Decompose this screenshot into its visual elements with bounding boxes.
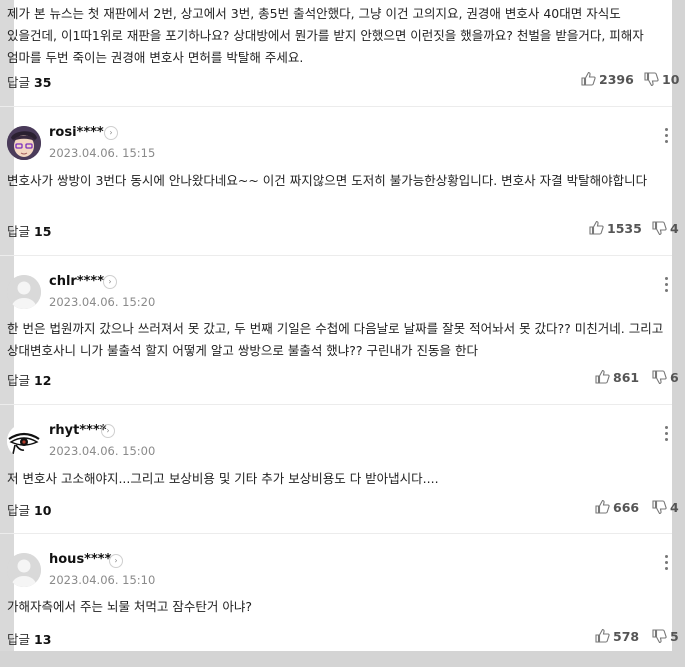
like-button[interactable]: 666 bbox=[594, 499, 639, 515]
reply-label: 답글 bbox=[7, 503, 31, 518]
reply-label: 답글 bbox=[7, 632, 31, 647]
dislike-count: 4 bbox=[670, 220, 679, 236]
reply-count: 13 bbox=[34, 632, 52, 647]
reply-button[interactable]: 답글 10 bbox=[7, 500, 51, 519]
comment-item: 제가 본 뉴스는 첫 재판에서 2번, 상고에서 3번, 총5번 출석안했다, … bbox=[0, 0, 679, 106]
like-button[interactable]: 861 bbox=[594, 369, 639, 385]
like-button[interactable]: 1535 bbox=[588, 220, 642, 236]
reply-button[interactable]: 답글 35 bbox=[7, 72, 51, 91]
dislike-button[interactable]: 10 bbox=[643, 71, 679, 87]
comment-date: 2023.04.06. 15:20 bbox=[49, 295, 156, 309]
thumbs-up-icon bbox=[594, 369, 610, 385]
reply-count: 35 bbox=[34, 75, 52, 90]
comment-text: 제가 본 뉴스는 첫 재판에서 2번, 상고에서 3번, 총5번 출석안했다, … bbox=[7, 6, 644, 65]
comment-text: 가해자측에서 주는 뇌물 처먹고 잠수탄거 아냐? bbox=[7, 599, 253, 614]
avatar[interactable] bbox=[7, 424, 41, 458]
thumbs-up-icon bbox=[594, 628, 610, 644]
like-count: 1535 bbox=[607, 220, 642, 236]
dislike-button[interactable]: 6 bbox=[651, 369, 679, 385]
chevron-right-icon[interactable]: › bbox=[104, 126, 118, 140]
bottom-gray-band bbox=[0, 651, 685, 667]
comment-username[interactable]: rosi**** bbox=[49, 125, 104, 140]
like-count: 2396 bbox=[599, 71, 634, 87]
chevron-right-icon[interactable]: › bbox=[103, 275, 117, 289]
dislike-count: 5 bbox=[670, 628, 679, 644]
comment-item: rhyt**** › 2023.04.06. 15:00 저 변호사 고소해야지… bbox=[0, 405, 679, 533]
reply-count: 10 bbox=[34, 503, 52, 518]
more-vertical-icon[interactable] bbox=[665, 277, 669, 295]
thumbs-down-icon bbox=[651, 628, 667, 644]
dislike-count: 4 bbox=[670, 499, 679, 515]
reply-button[interactable]: 답글 15 bbox=[7, 221, 51, 240]
comment-username[interactable]: rhyt**** bbox=[49, 423, 107, 438]
thumbs-down-icon bbox=[651, 220, 667, 236]
comment-text: 한 번은 법원까지 갔으나 쓰러져서 못 갔고, 두 번째 기일은 수첩에 다음… bbox=[7, 321, 664, 358]
reply-label: 답글 bbox=[7, 373, 31, 388]
comment-date: 2023.04.06. 15:10 bbox=[49, 573, 156, 587]
reply-count: 12 bbox=[34, 373, 52, 388]
more-vertical-icon[interactable] bbox=[665, 426, 669, 444]
dislike-button[interactable]: 4 bbox=[651, 220, 679, 236]
reply-button[interactable]: 답글 12 bbox=[7, 370, 51, 389]
thumbs-up-icon bbox=[588, 220, 604, 236]
comment-text: 저 변호사 고소해야지...그리고 보상비용 및 기타 추가 보상비용도 다 받… bbox=[7, 471, 439, 486]
thumbs-down-icon bbox=[651, 369, 667, 385]
dislike-count: 6 bbox=[670, 369, 679, 385]
comment-username[interactable]: hous**** bbox=[49, 552, 111, 567]
chevron-right-icon[interactable]: › bbox=[101, 424, 115, 438]
comment-item: chlr**** › 2023.04.06. 15:20 한 번은 법원까지 갔… bbox=[0, 256, 679, 404]
reply-label: 답글 bbox=[7, 75, 31, 90]
dislike-button[interactable]: 5 bbox=[651, 628, 679, 644]
like-button[interactable]: 578 bbox=[594, 628, 639, 644]
like-count: 578 bbox=[613, 628, 640, 644]
thumbs-up-icon bbox=[580, 71, 596, 87]
comment-date: 2023.04.06. 15:00 bbox=[49, 444, 156, 458]
dislike-count: 10 bbox=[662, 71, 680, 87]
reply-button[interactable]: 답글 13 bbox=[7, 629, 51, 648]
right-gray-band bbox=[672, 0, 685, 667]
thumbs-down-icon bbox=[643, 71, 659, 87]
more-vertical-icon[interactable] bbox=[665, 555, 669, 573]
comment-item: rosi**** › 2023.04.06. 15:15 변호사가 쌍방이 3번… bbox=[0, 107, 679, 255]
comment-date: 2023.04.06. 15:15 bbox=[49, 146, 156, 160]
reply-count: 15 bbox=[34, 224, 52, 239]
avatar[interactable] bbox=[7, 553, 41, 587]
avatar[interactable] bbox=[7, 275, 41, 309]
chevron-right-icon[interactable]: › bbox=[109, 554, 123, 568]
comment-text: 변호사가 쌍방이 3번다 동시에 안나왔다네요~~ 이건 짜지않으면 도저히 불… bbox=[7, 173, 648, 188]
like-button[interactable]: 2396 bbox=[580, 71, 634, 87]
avatar[interactable] bbox=[7, 126, 41, 160]
like-count: 666 bbox=[613, 499, 640, 515]
like-count: 861 bbox=[613, 369, 640, 385]
thumbs-down-icon bbox=[651, 499, 667, 515]
dislike-button[interactable]: 4 bbox=[651, 499, 679, 515]
comment-username[interactable]: chlr**** bbox=[49, 274, 104, 289]
more-vertical-icon[interactable] bbox=[665, 128, 669, 146]
comment-item: hous**** › 2023.04.06. 15:10 가해자측에서 주는 뇌… bbox=[0, 534, 679, 651]
reply-label: 답글 bbox=[7, 224, 31, 239]
thumbs-up-icon bbox=[594, 499, 610, 515]
